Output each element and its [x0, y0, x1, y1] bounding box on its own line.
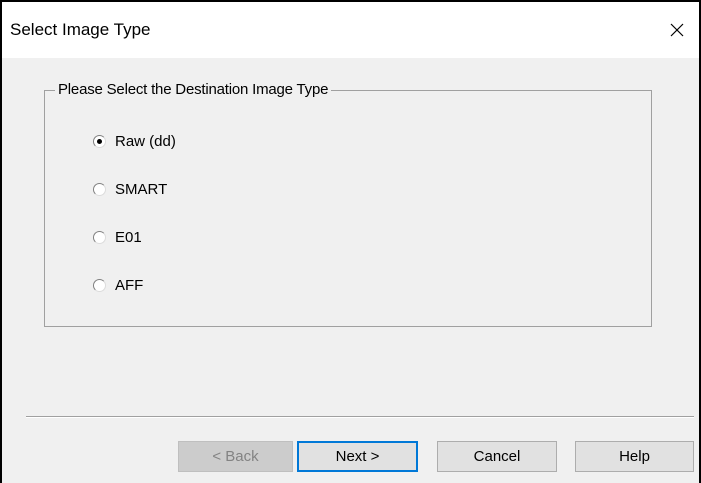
back-button[interactable]: < Back: [178, 441, 293, 472]
close-button[interactable]: [655, 2, 699, 58]
dialog-window: Select Image Type Please Select the Dest…: [0, 0, 701, 483]
radio-aff[interactable]: AFF: [93, 275, 143, 295]
radio-button-icon[interactable]: [93, 182, 106, 196]
radio-label[interactable]: SMART: [115, 181, 167, 198]
help-button[interactable]: Help: [575, 441, 694, 472]
radio-raw-dd[interactable]: Raw (dd): [93, 131, 176, 151]
radio-button-icon[interactable]: [93, 134, 106, 148]
radio-selected-dot: [97, 138, 102, 144]
radio-button-icon[interactable]: [93, 278, 106, 292]
button-separator: [26, 416, 694, 418]
window-title: Select Image Type: [10, 20, 151, 39]
radio-button-icon[interactable]: [93, 230, 106, 244]
group-legend: Please Select the Destination Image Type: [55, 81, 332, 98]
radio-label[interactable]: AFF: [115, 277, 143, 294]
image-type-group: Please Select the Destination Image Type…: [44, 81, 652, 327]
radio-label[interactable]: Raw (dd): [115, 133, 176, 150]
next-button[interactable]: Next >: [297, 441, 418, 472]
radio-label[interactable]: E01: [115, 229, 142, 246]
radio-smart[interactable]: SMART: [93, 179, 167, 199]
title-bar: Select Image Type: [2, 2, 699, 58]
cancel-button[interactable]: Cancel: [437, 441, 557, 472]
radio-e01[interactable]: E01: [93, 227, 142, 247]
dialog-body: Please Select the Destination Image Type…: [2, 58, 699, 483]
close-icon: [670, 23, 684, 37]
